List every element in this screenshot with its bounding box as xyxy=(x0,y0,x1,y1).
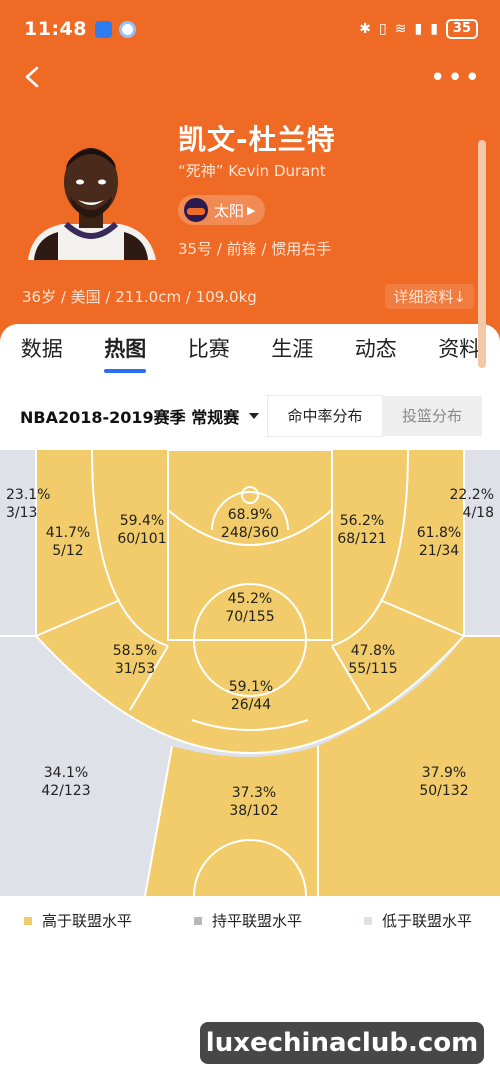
mode-fg-percentage[interactable]: 命中率分布 xyxy=(268,396,382,436)
tab-career[interactable]: 生涯 xyxy=(251,324,335,380)
tab-bar: 数据 热图 比赛 生涯 动态 资料 xyxy=(0,324,500,380)
legend-swatch-below xyxy=(364,916,372,925)
zone-left-corner-three xyxy=(0,450,36,636)
zone-label-left-corner: 23.1% 3/13 xyxy=(6,487,51,521)
tab-profile[interactable]: 资料 xyxy=(418,324,500,380)
zone-label-right-wing-three: 37.9% 50/132 xyxy=(419,765,469,799)
status-time: 11:48 xyxy=(24,18,87,40)
legend-label-below: 低于联盟水平 xyxy=(382,912,473,930)
tab-games[interactable]: 比赛 xyxy=(167,324,251,380)
shot-heatmap: 23.1% 3/13 41.7% 5/12 59.4% 60/101 68.9% 248… xyxy=(0,449,500,953)
tab-active-indicator xyxy=(104,369,146,373)
tab-news[interactable]: 动态 xyxy=(334,324,418,380)
legend-label-equal: 持平联盟水平 xyxy=(212,912,303,930)
scrollbar[interactable] xyxy=(478,140,486,368)
heatmap-legend: 高于联盟水平 持平联盟水平 低于联盟水平 xyxy=(0,910,500,934)
detail-button[interactable]: 详细资料↓ xyxy=(385,284,474,309)
legend-item-equal: 持平联盟水平 xyxy=(194,910,302,931)
zone-label-left-baseline: 41.7% 5/12 xyxy=(45,525,91,559)
back-icon[interactable] xyxy=(22,66,44,88)
zone-label-right-corner: 22.2% 4/18 xyxy=(449,487,494,521)
legend-item-above: 高于联盟水平 xyxy=(24,910,132,931)
player-name: 凯文-杜兰特 xyxy=(178,123,336,156)
zone-label-restricted-area: 68.9% 248/360 xyxy=(220,507,280,541)
zone-label-right-elbow: 47.8% 55/115 xyxy=(348,643,398,677)
zone-label-left-midrange: 59.4% 60/101 xyxy=(117,513,167,547)
status-right: ✱ ▯ ≋ ▮ ▮ 35 xyxy=(359,19,478,39)
legend-swatch-equal xyxy=(194,916,202,925)
mail-app-icon xyxy=(94,20,112,38)
watermark-banner: luxechinaclub.com xyxy=(200,1022,484,1064)
player-bio: 35号 / 前锋 / 惯用右手 xyxy=(178,240,332,258)
zone-label-right-midrange: 56.2% 68/121 xyxy=(337,513,387,547)
tab-data[interactable]: 数据 xyxy=(0,324,84,380)
zone-label-top-three: 37.3% 38/102 xyxy=(229,785,279,819)
player-physical-stats: 36岁 / 美国 / 211.0cm / 109.0kg xyxy=(22,288,257,306)
mode-shot-distribution[interactable]: 投篮分布 xyxy=(382,396,482,436)
signal2-icon: ▮ xyxy=(430,21,438,37)
season-selector[interactable]: NBA2018-2019赛季 常规赛 xyxy=(20,404,260,428)
zone-label-top-key: 59.1% 26/44 xyxy=(228,679,274,713)
vibrate-icon: ▯ xyxy=(379,21,387,37)
player-avatar xyxy=(28,148,156,260)
team-link[interactable]: 太阳 ▶ xyxy=(178,195,266,225)
status-bar: 11:48 ✱ ▯ ≋ ▮ ▮ 35 xyxy=(24,12,478,46)
team-name: 太阳 xyxy=(214,201,245,220)
zone-label-right-baseline: 61.8% 21/34 xyxy=(416,525,462,559)
player-header: 11:48 ✱ ▯ ≋ ▮ ▮ 35 ••• 凯文-杜兰特 “死神” Kevin… xyxy=(0,0,500,345)
player-nickname: “死神” Kevin Durant xyxy=(178,162,326,180)
legend-item-below: 低于联盟水平 xyxy=(364,910,472,931)
bluetooth-icon: ✱ xyxy=(359,21,372,37)
wifi-icon: ≋ xyxy=(394,21,407,37)
browser-app-icon xyxy=(118,20,136,38)
legend-swatch-above xyxy=(24,916,32,925)
zone-top-three xyxy=(145,746,318,896)
battery-icon: 35 xyxy=(445,19,478,39)
suns-logo-icon xyxy=(184,198,208,222)
zone-right-corner-three xyxy=(464,450,500,636)
zone-label-left-wing-three: 34.1% 42/123 xyxy=(41,765,91,799)
chevron-right-icon: ▶ xyxy=(247,203,256,217)
zone-label-paint: 45.2% 70/155 xyxy=(225,591,275,625)
legend-label-above: 高于联盟水平 xyxy=(42,912,133,930)
signal-icon: ▮ xyxy=(414,21,423,37)
season-label: NBA2018-2019赛季 常规赛 xyxy=(20,408,240,427)
more-icon[interactable]: ••• xyxy=(430,65,482,91)
chevron-down-icon xyxy=(249,413,260,419)
zone-label-left-elbow: 58.5% 31/53 xyxy=(112,643,158,677)
